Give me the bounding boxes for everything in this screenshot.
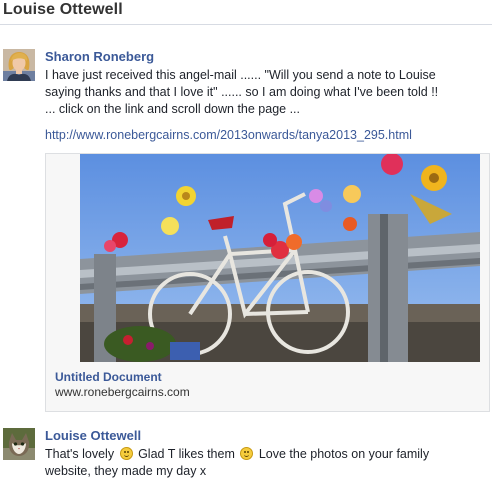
post-link[interactable]: http://www.ronebergcairns.com/2013onward… [45,128,412,142]
smiley-face-icon [240,447,254,460]
link-preview-image[interactable] [80,154,480,362]
link-preview-title[interactable]: Untitled Document [55,370,162,384]
bicycle-memorial-photo [80,154,480,362]
comment-text-line: That's lovely Glad T likes them Love the… [45,446,429,463]
avatar-cat-icon [3,428,35,460]
link-preview-card[interactable]: Untitled Document www.ronebergcairns.com [45,153,490,412]
comment-text: Love the photos on your family [258,447,430,461]
comment-text-line: website, they made my day x [45,464,207,478]
title-divider [0,24,492,25]
page-title: Louise Ottewell [3,1,123,18]
post-text-line: ... click on the link and scroll down th… [45,102,300,116]
comment-text: That's lovely [45,447,115,461]
avatar[interactable] [3,428,35,460]
smiley-face-icon [119,447,133,460]
comment-text: Glad T likes them [138,447,235,461]
post-text-line: saying thanks and that I love it" ......… [45,85,439,99]
avatar-woman-icon [3,49,35,81]
post-author-name[interactable]: Sharon Roneberg [45,49,154,64]
link-preview-domain: www.ronebergcairns.com [55,385,190,399]
post-author-name[interactable]: Louise Ottewell [45,428,141,443]
post-text-line: I have just received this angel-mail ...… [45,68,436,82]
avatar[interactable] [3,49,35,81]
